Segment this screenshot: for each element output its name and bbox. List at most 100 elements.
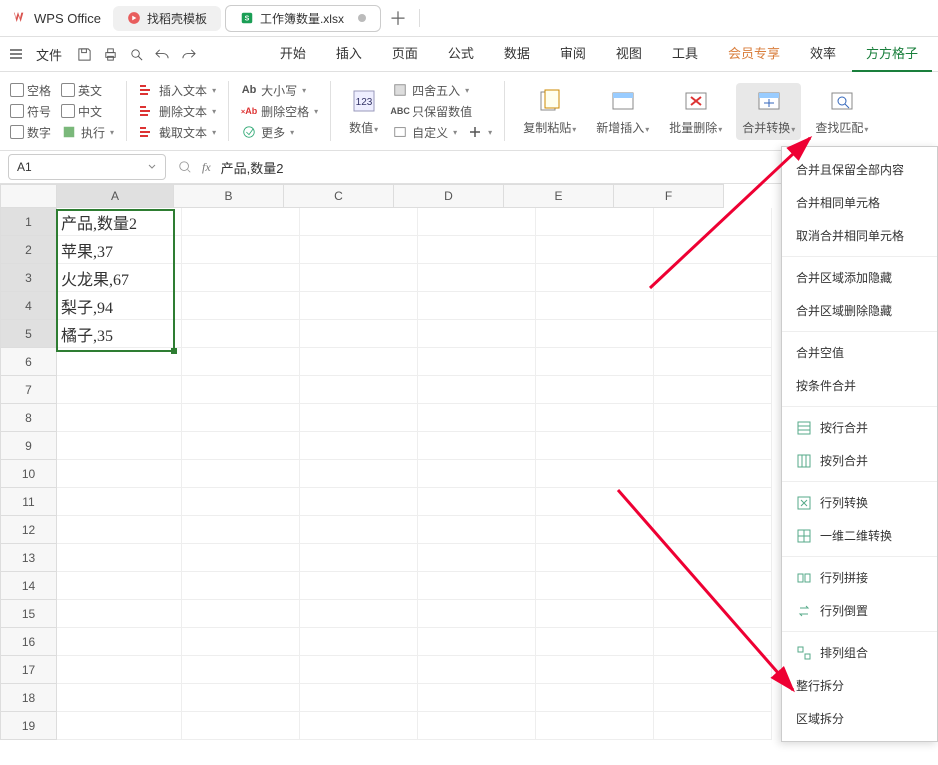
row-header[interactable]: 18 xyxy=(0,684,57,712)
file-menu[interactable]: 文件 xyxy=(28,41,70,68)
cell-D2[interactable] xyxy=(418,236,536,264)
cell-A7[interactable] xyxy=(57,376,182,404)
cell-F16[interactable] xyxy=(654,628,772,656)
cell-F12[interactable] xyxy=(654,516,772,544)
row-header[interactable]: 14 xyxy=(0,572,57,600)
row-header[interactable]: 12 xyxy=(0,516,57,544)
dd-merge-keep-all[interactable]: 合并且保留全部内容 xyxy=(782,153,937,186)
cell-C14[interactable] xyxy=(300,572,418,600)
cell-A2[interactable]: 苹果,37 xyxy=(57,236,182,264)
menu-tab-view[interactable]: 视图 xyxy=(602,37,656,72)
cell-F18[interactable] xyxy=(654,684,772,712)
qat-print-icon[interactable] xyxy=(98,42,122,66)
cell-C9[interactable] xyxy=(300,432,418,460)
cell-C18[interactable] xyxy=(300,684,418,712)
cell-D13[interactable] xyxy=(418,544,536,572)
select-all-corner[interactable] xyxy=(0,184,57,208)
cell-E11[interactable] xyxy=(536,488,654,516)
cell-A11[interactable] xyxy=(57,488,182,516)
menu-tab-vip[interactable]: 会员专享 xyxy=(714,37,794,72)
cell-A1[interactable]: 产品,数量2 xyxy=(57,208,182,236)
dd-merge-condition[interactable]: 按条件合并 xyxy=(782,369,937,402)
chk-number[interactable]: 数字 xyxy=(10,124,51,141)
cell-E19[interactable] xyxy=(536,712,654,740)
col-header-A[interactable]: A xyxy=(57,184,174,208)
dd-merge-same[interactable]: 合并相同单元格 xyxy=(782,186,937,219)
menu-tab-formula[interactable]: 公式 xyxy=(434,37,488,72)
cell-E18[interactable] xyxy=(536,684,654,712)
btn-merge-convert[interactable]: 合并转换▾ xyxy=(736,83,801,140)
cell-A15[interactable] xyxy=(57,600,182,628)
cell-F1[interactable] xyxy=(654,208,772,236)
cell-B5[interactable] xyxy=(182,320,300,348)
cell-B1[interactable] xyxy=(182,208,300,236)
col-header-E[interactable]: E xyxy=(504,184,614,208)
cell-D8[interactable] xyxy=(418,404,536,432)
cell-B14[interactable] xyxy=(182,572,300,600)
row-header[interactable]: 9 xyxy=(0,432,57,460)
cell-B6[interactable] xyxy=(182,348,300,376)
cell-F8[interactable] xyxy=(654,404,772,432)
cell-F15[interactable] xyxy=(654,600,772,628)
row-header[interactable]: 8 xyxy=(0,404,57,432)
cell-F2[interactable] xyxy=(654,236,772,264)
cell-A10[interactable] xyxy=(57,460,182,488)
cell-E2[interactable] xyxy=(536,236,654,264)
dd-merge-by-col[interactable]: 按列合并 xyxy=(782,444,937,477)
cell-C15[interactable] xyxy=(300,600,418,628)
btn-add[interactable]: ▾ xyxy=(467,124,492,140)
cell-E12[interactable] xyxy=(536,516,654,544)
cell-C3[interactable] xyxy=(300,264,418,292)
cell-C2[interactable] xyxy=(300,236,418,264)
cell-D5[interactable] xyxy=(418,320,536,348)
cell-A18[interactable] xyxy=(57,684,182,712)
cell-F13[interactable] xyxy=(654,544,772,572)
cell-D12[interactable] xyxy=(418,516,536,544)
btn-cut-text[interactable]: 截取文本▾ xyxy=(139,124,216,141)
cell-D16[interactable] xyxy=(418,628,536,656)
cell-A9[interactable] xyxy=(57,432,182,460)
cell-D11[interactable] xyxy=(418,488,536,516)
cell-E3[interactable] xyxy=(536,264,654,292)
cell-C4[interactable] xyxy=(300,292,418,320)
cell-B8[interactable] xyxy=(182,404,300,432)
cell-A16[interactable] xyxy=(57,628,182,656)
cell-E17[interactable] xyxy=(536,656,654,684)
cell-C16[interactable] xyxy=(300,628,418,656)
qat-undo-icon[interactable] xyxy=(150,42,174,66)
cell-C17[interactable] xyxy=(300,656,418,684)
tab-template[interactable]: 找稻壳模板 xyxy=(113,6,221,31)
row-header[interactable]: 10 xyxy=(0,460,57,488)
dd-rowcol-concat[interactable]: 行列拼接 xyxy=(782,561,937,594)
menu-tab-insert[interactable]: 插入 xyxy=(322,37,376,72)
btn-insert-text[interactable]: 插入文本▾ xyxy=(139,82,216,99)
cell-F17[interactable] xyxy=(654,656,772,684)
cell-C11[interactable] xyxy=(300,488,418,516)
btn-insert-new[interactable]: 新增插入▾ xyxy=(590,83,655,140)
chk-space[interactable]: 空格 xyxy=(10,82,51,99)
cell-C5[interactable] xyxy=(300,320,418,348)
cell-A4[interactable]: 梨子,94 xyxy=(57,292,182,320)
btn-copy-paste[interactable]: 复制粘贴▾ xyxy=(517,83,582,140)
cell-F10[interactable] xyxy=(654,460,772,488)
formula-content[interactable]: 产品,数量2 xyxy=(221,158,284,177)
col-header-C[interactable]: C xyxy=(284,184,394,208)
cell-B3[interactable] xyxy=(182,264,300,292)
cell-A13[interactable] xyxy=(57,544,182,572)
btn-execute[interactable]: 执行▾ xyxy=(61,124,114,141)
cell-C6[interactable] xyxy=(300,348,418,376)
cell-F5[interactable] xyxy=(654,320,772,348)
cell-F3[interactable] xyxy=(654,264,772,292)
cell-D4[interactable] xyxy=(418,292,536,320)
btn-del-space[interactable]: ×Ab删除空格▾ xyxy=(241,103,318,120)
cell-F9[interactable] xyxy=(654,432,772,460)
menu-tab-page[interactable]: 页面 xyxy=(378,37,432,72)
chk-english[interactable]: 英文 xyxy=(61,82,102,99)
cell-A19[interactable] xyxy=(57,712,182,740)
cell-A5[interactable]: 橘子,35 xyxy=(57,320,182,348)
search-icon[interactable] xyxy=(178,160,192,174)
dd-permutation[interactable]: 排列组合 xyxy=(782,636,937,669)
row-header[interactable]: 19 xyxy=(0,712,57,740)
col-header-B[interactable]: B xyxy=(174,184,284,208)
cell-D10[interactable] xyxy=(418,460,536,488)
